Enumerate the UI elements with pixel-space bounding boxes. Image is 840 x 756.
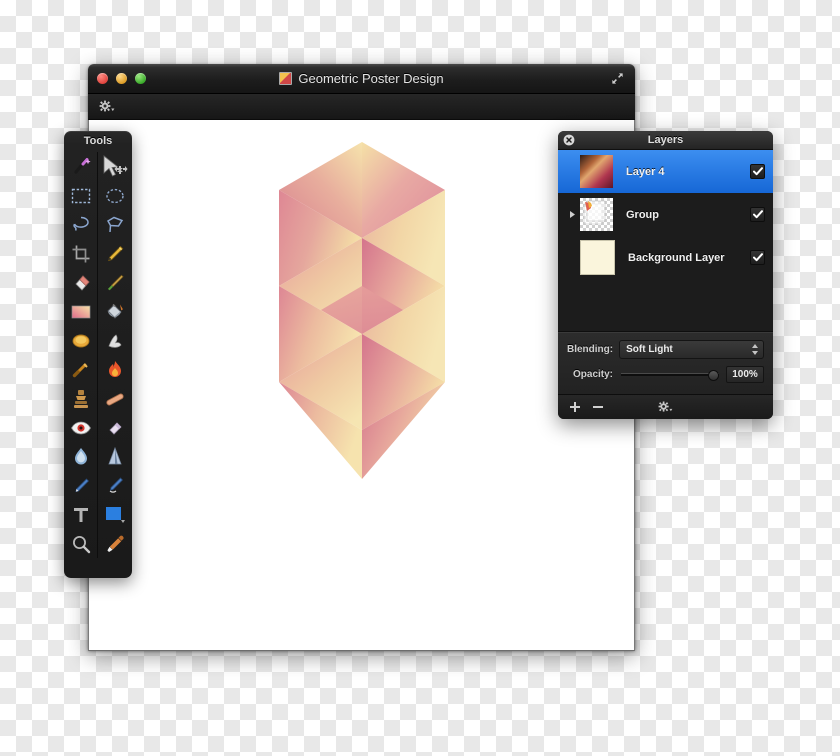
tools-palette[interactable]: Tools <box>64 131 132 578</box>
layer-name: Layer 4 <box>626 165 665 178</box>
shape-rectangle-tool[interactable] <box>98 500 132 529</box>
document-window[interactable]: Geometric Poster Design <box>88 64 635 651</box>
sharpen-tool[interactable] <box>98 413 132 442</box>
checkmark-icon <box>752 167 763 176</box>
gear-dropdown-icon[interactable] <box>98 99 115 114</box>
water-drop-tool[interactable] <box>64 442 98 471</box>
healing-brush-tool[interactable] <box>98 384 132 413</box>
blending-mode-select[interactable]: Soft Light <box>619 340 764 359</box>
gradient-thumbnail <box>580 155 613 188</box>
close-button[interactable] <box>97 73 108 84</box>
opacity-slider[interactable] <box>621 370 719 381</box>
blending-mode-value: Soft Light <box>626 344 673 355</box>
isometric-cube-illustration <box>279 142 445 479</box>
move-arrow-tool[interactable] <box>98 152 132 181</box>
traffic-light-group <box>97 73 146 84</box>
cone-shape-tool[interactable] <box>98 442 132 471</box>
opacity-value-field[interactable]: 100% <box>726 366 764 383</box>
freeform-pen-tool[interactable] <box>98 471 132 500</box>
layer-row[interactable]: Layer 4 <box>558 150 773 193</box>
minus-icon[interactable] <box>592 401 604 413</box>
layers-panel[interactable]: Layers Layer 4 Group Background Layer Bl… <box>558 131 773 419</box>
opacity-slider-knob[interactable] <box>708 370 719 381</box>
layers-controls[interactable]: Blending: Soft Light Opacity: 100% <box>558 332 773 394</box>
opacity-row: Opacity: 100% <box>567 366 764 383</box>
burn-tool[interactable] <box>98 355 132 384</box>
lasso-tool[interactable] <box>64 210 98 239</box>
layer-name: Group <box>626 208 659 221</box>
stepper-arrows-icon[interactable] <box>751 343 759 356</box>
window-titlebar[interactable]: Geometric Poster Design <box>88 64 635 94</box>
paintbrush-tool[interactable] <box>98 268 132 297</box>
checkmark-icon <box>752 210 763 219</box>
smudge-tool[interactable] <box>98 326 132 355</box>
pencil-tool[interactable] <box>98 239 132 268</box>
plus-icon[interactable] <box>569 401 581 413</box>
layer-visibility-checkbox[interactable] <box>750 207 765 222</box>
document-toolbar[interactable] <box>88 94 635 120</box>
group-stack-thumbnail <box>580 198 613 231</box>
checkmark-icon <box>752 253 763 262</box>
window-title: Geometric Poster Design <box>298 71 444 86</box>
clone-stamp-tool[interactable] <box>64 384 98 413</box>
elliptical-marquee-tool[interactable] <box>98 181 132 210</box>
blending-label: Blending: <box>567 344 614 355</box>
blending-row: Blending: Soft Light <box>567 340 764 359</box>
eyedropper-tool[interactable] <box>98 529 132 558</box>
paint-bucket-tool[interactable] <box>98 297 132 326</box>
layers-list[interactable]: Layer 4 Group Background Layer <box>558 150 773 295</box>
red-eye-tool[interactable] <box>64 413 98 442</box>
close-circle-icon[interactable] <box>563 134 575 146</box>
document-image-icon <box>279 72 293 85</box>
pen-tool[interactable] <box>64 471 98 500</box>
zoom-button[interactable] <box>135 73 146 84</box>
minimize-button[interactable] <box>116 73 127 84</box>
layer-row[interactable]: Background Layer <box>558 236 773 279</box>
gradient-tool[interactable] <box>64 297 98 326</box>
dodge-tool[interactable] <box>64 326 98 355</box>
magic-wand-tool[interactable] <box>64 152 98 181</box>
layers-list-empty-area <box>558 295 773 332</box>
layer-visibility-checkbox[interactable] <box>750 250 765 265</box>
layers-footer[interactable] <box>558 394 773 419</box>
text-tool[interactable] <box>64 500 98 529</box>
cream-thumbnail <box>580 240 615 275</box>
expand-arrows-icon[interactable] <box>610 71 625 86</box>
rectangular-marquee-tool[interactable] <box>64 181 98 210</box>
tools-grid[interactable] <box>64 152 132 558</box>
document-canvas[interactable] <box>88 120 635 651</box>
crop-tool[interactable] <box>64 239 98 268</box>
layers-panel-header: Layers <box>558 131 773 150</box>
opacity-label: Opacity: <box>573 369 614 380</box>
eraser-tool[interactable] <box>64 268 98 297</box>
layers-panel-title: Layers <box>647 134 684 146</box>
layer-name: Background Layer <box>628 251 725 264</box>
polygonal-lasso-tool[interactable] <box>98 210 132 239</box>
layer-row[interactable]: Group <box>558 193 773 236</box>
tools-palette-title: Tools <box>83 135 113 147</box>
disclosure-triangle-icon[interactable] <box>568 210 577 219</box>
gear-dropdown-icon[interactable] <box>657 400 673 414</box>
layer-visibility-checkbox[interactable] <box>750 164 765 179</box>
zoom-tool[interactable] <box>64 529 98 558</box>
window-title-group: Geometric Poster Design <box>88 71 635 86</box>
blur-tool[interactable] <box>64 355 98 384</box>
